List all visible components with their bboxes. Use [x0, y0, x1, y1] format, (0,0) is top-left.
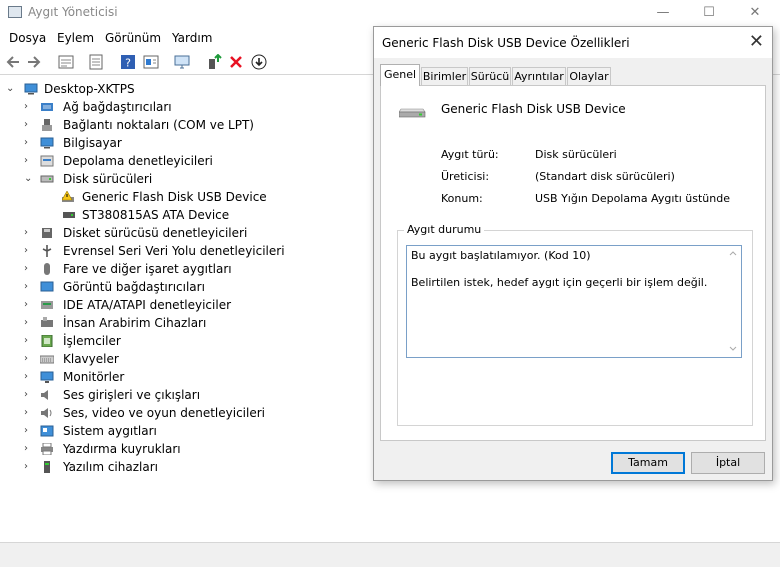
help-icon[interactable]: ? — [120, 54, 136, 70]
chevron-down-icon[interactable]: ⌄ — [6, 80, 16, 98]
cancel-button[interactable]: İptal — [691, 452, 765, 474]
list-view-icon[interactable] — [88, 54, 104, 70]
system-devices-icon — [40, 425, 54, 437]
disable-device-icon[interactable] — [251, 54, 267, 70]
keyboard-icon — [40, 355, 54, 364]
prop-label: Üreticisi: — [441, 170, 490, 183]
forward-icon[interactable] — [26, 54, 42, 70]
maximize-button[interactable]: ☐ — [686, 0, 732, 26]
tree-item-label: Yazdırma kuyrukları — [63, 442, 181, 456]
speaker-icon — [41, 390, 48, 400]
usb-icon — [42, 245, 52, 257]
tree-item-label: Ağ bağdaştırıcıları — [63, 100, 172, 114]
tree-item-label: Monitörler — [63, 370, 125, 384]
prop-label: Aygıt türü: — [441, 148, 499, 161]
status-bar — [0, 542, 780, 567]
storage-controller-icon — [40, 155, 54, 167]
computer-icon — [24, 83, 38, 95]
device-manager-icon — [8, 6, 22, 18]
disk-drive-icon — [63, 212, 75, 218]
printer-icon — [41, 443, 53, 455]
scroll-down-icon[interactable] — [729, 346, 737, 352]
warning-icon — [62, 191, 74, 202]
close-button[interactable]: ✕ — [732, 0, 778, 26]
tree-item-label: Görüntü bağdaştırıcıları — [63, 280, 205, 294]
scan-hardware-icon[interactable] — [174, 54, 190, 70]
tab-olaylar[interactable]: Olaylar — [567, 67, 611, 85]
prop-value: USB Yığın Depolama Aygıtı üstünde — [535, 192, 730, 205]
tree-item-label: Bilgisayar — [63, 136, 122, 150]
tree-item-label: İnsan Arabirim Cihazları — [63, 316, 207, 330]
device-name: Generic Flash Disk USB Device — [441, 102, 626, 116]
back-icon[interactable] — [5, 54, 21, 70]
software-device-icon — [44, 461, 50, 473]
tab-ayrintilar[interactable]: Ayrıntılar — [512, 67, 566, 85]
dialog-close-icon[interactable]: ✕ — [749, 31, 764, 52]
scroll-up-icon[interactable] — [729, 250, 737, 256]
tab-genel[interactable]: Genel — [380, 64, 420, 86]
dialog-title: Generic Flash Disk USB Device Özellikler… — [382, 36, 630, 50]
port-icon — [42, 119, 52, 131]
device-status-textbox[interactable]: Bu aygıt başlatılamıyor. (Kod 10) Belirt… — [406, 245, 742, 358]
speaker-icon — [41, 408, 52, 418]
tree-item-label: İşlemciler — [63, 334, 121, 348]
window-view-icon[interactable] — [143, 54, 159, 70]
monitor-icon — [40, 371, 54, 383]
properties-dialog: Generic Flash Disk USB Device Özellikler… — [373, 26, 773, 481]
dialog-title-bar[interactable]: Generic Flash Disk USB Device Özellikler… — [374, 27, 772, 58]
device-status-group: Aygıt durumu Bu aygıt başlatılamıyor. (K… — [397, 223, 753, 426]
status-line-1: Bu aygıt başlatılamıyor. (Kod 10) — [411, 249, 591, 262]
ok-button[interactable]: Tamam — [611, 452, 685, 474]
properties-view-icon[interactable] — [58, 54, 74, 70]
tree-item-label: Sistem aygıtları — [63, 424, 157, 438]
tree-item-label: Ses, video ve oyun denetleyicileri — [63, 406, 266, 420]
tree-root-label: Desktop-XKTPS — [44, 82, 135, 96]
svg-text:?: ? — [125, 57, 131, 70]
tab-surucu[interactable]: Sürücü — [469, 67, 511, 85]
processor-icon — [41, 335, 53, 347]
status-scrollbar[interactable] — [725, 246, 741, 357]
menu-gorunum[interactable]: Görünüm — [105, 31, 161, 45]
uninstall-icon[interactable] — [228, 54, 244, 70]
device-tree: ⌄ Desktop-XKTPS › Ağ bağdaştırıcıları › Ba… — [6, 80, 285, 474]
tree-item-label: ST380815AS ATA Device — [82, 208, 230, 222]
ide-controller-icon — [41, 301, 53, 309]
menu-yardim[interactable]: Yardım — [172, 31, 212, 45]
tree-item-label: Evrensel Seri Veri Yolu denetleyicileri — [63, 244, 285, 258]
menu-eylem[interactable]: Eylem — [57, 31, 94, 45]
disk-drive-icon — [399, 108, 426, 118]
minimize-button[interactable]: — — [640, 0, 686, 26]
prop-value: (Standart disk sürücüleri) — [535, 170, 675, 183]
prop-value: Disk sürücüleri — [535, 148, 617, 161]
chevron-down-icon[interactable]: ⌄ — [24, 170, 34, 188]
floppy-controller-icon — [42, 228, 52, 238]
tree-item-label: Bağlantı noktaları (COM ve LPT) — [63, 118, 254, 132]
tab-birimler[interactable]: Birimler — [421, 67, 468, 85]
tree-item-label: Disket sürücüsü denetleyicileri — [63, 226, 248, 240]
general-tab-panel: Generic Flash Disk USB Device Aygıt türü… — [380, 85, 766, 441]
hid-icon — [41, 317, 53, 327]
computer-icon — [40, 137, 54, 149]
menu-dosya[interactable]: Dosya — [9, 31, 46, 45]
tree-item-label: Disk sürücüleri — [63, 172, 153, 186]
mouse-icon — [44, 263, 50, 275]
tree-item-label: IDE ATA/ATAPI denetleyiciler — [63, 298, 232, 312]
device-status-legend: Aygıt durumu — [404, 223, 485, 236]
display-adapter-icon — [40, 281, 54, 292]
network-adapter-icon — [41, 103, 53, 111]
tree-item-label: Ses girişleri ve çıkışları — [63, 388, 201, 402]
tree-item-label: Yazılım cihazları — [63, 460, 158, 474]
title-bar[interactable]: Aygıt Yöneticisi — ☐ ✕ — [0, 0, 780, 26]
window-title: Aygıt Yöneticisi — [28, 5, 118, 19]
disk-drive-icon — [40, 175, 54, 183]
prop-label: Konum: — [441, 192, 483, 205]
update-driver-icon[interactable] — [206, 54, 222, 70]
tree-item-label: Fare ve diğer işaret aygıtları — [63, 262, 232, 276]
status-line-2: Belirtilen istek, hedef aygıt için geçer… — [411, 276, 708, 289]
tree-item-label: Klavyeler — [63, 352, 119, 366]
tree-item-label: Generic Flash Disk USB Device — [82, 190, 267, 204]
tree-item-label: Depolama denetleyicileri — [63, 154, 213, 168]
